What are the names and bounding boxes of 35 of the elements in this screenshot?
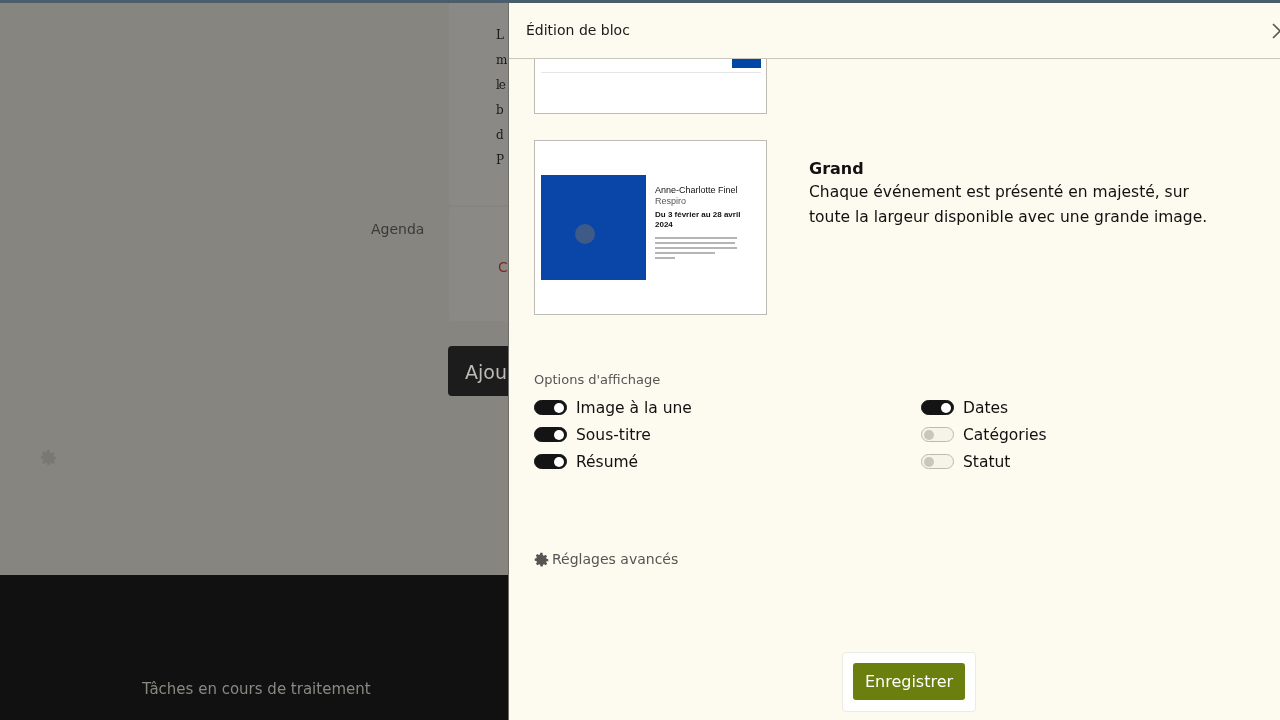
- footer-text: Tâches en cours de traitement: [142, 679, 371, 700]
- toggle-switch[interactable]: [534, 400, 567, 415]
- option-label: Résumé: [576, 451, 639, 472]
- save-button[interactable]: Enregistrer: [853, 663, 965, 700]
- layout-name: Grand: [809, 158, 865, 180]
- toggle-switch[interactable]: [534, 427, 567, 442]
- paragraph-text: m: [496, 52, 508, 69]
- option-label: Sous-titre: [576, 424, 651, 445]
- option-label: Dates: [963, 397, 1009, 418]
- image-placeholder: [732, 59, 761, 68]
- paragraph-text: le: [496, 77, 506, 94]
- preview-title: Anne-Charlotte Finel: [655, 185, 739, 196]
- toggle-switch[interactable]: [921, 400, 954, 415]
- preview-dates: Du 3 février au 28 avril 2024: [655, 210, 742, 230]
- preview-subtitle: Respiro: [655, 196, 687, 207]
- layout-thumbnail[interactable]: [534, 59, 767, 114]
- option-label: Statut: [963, 451, 1011, 472]
- section-label: Options d'affichage: [534, 371, 662, 389]
- add-button[interactable]: Ajou: [448, 346, 508, 396]
- paragraph-text: P: [496, 152, 505, 169]
- paragraph-text: d: [496, 127, 505, 144]
- toggle-switch[interactable]: [921, 454, 954, 469]
- gear-icon: [534, 551, 549, 567]
- layout-description: Chaque événement est présenté en majesté, sur toute la largeur disponible avec une grande image.: [809, 182, 1209, 228]
- section-label: Agenda: [371, 220, 425, 239]
- option-label: Image à la une: [576, 397, 692, 418]
- toggle-switch[interactable]: [534, 454, 567, 469]
- paragraph-text: b: [496, 102, 504, 119]
- close-icon[interactable]: [1272, 22, 1280, 39]
- panel-title: Édition de bloc: [526, 21, 630, 40]
- advanced-settings-link[interactable]: Réglages avancés: [534, 548, 679, 570]
- layout-thumbnail[interactable]: Anne-Charlotte Finel Respiro Du 3 février au 28 avril 2024: [534, 140, 767, 315]
- paragraph-text: L: [496, 27, 505, 44]
- toggle-switch[interactable]: [921, 427, 954, 442]
- option-label: Catégories: [963, 424, 1047, 445]
